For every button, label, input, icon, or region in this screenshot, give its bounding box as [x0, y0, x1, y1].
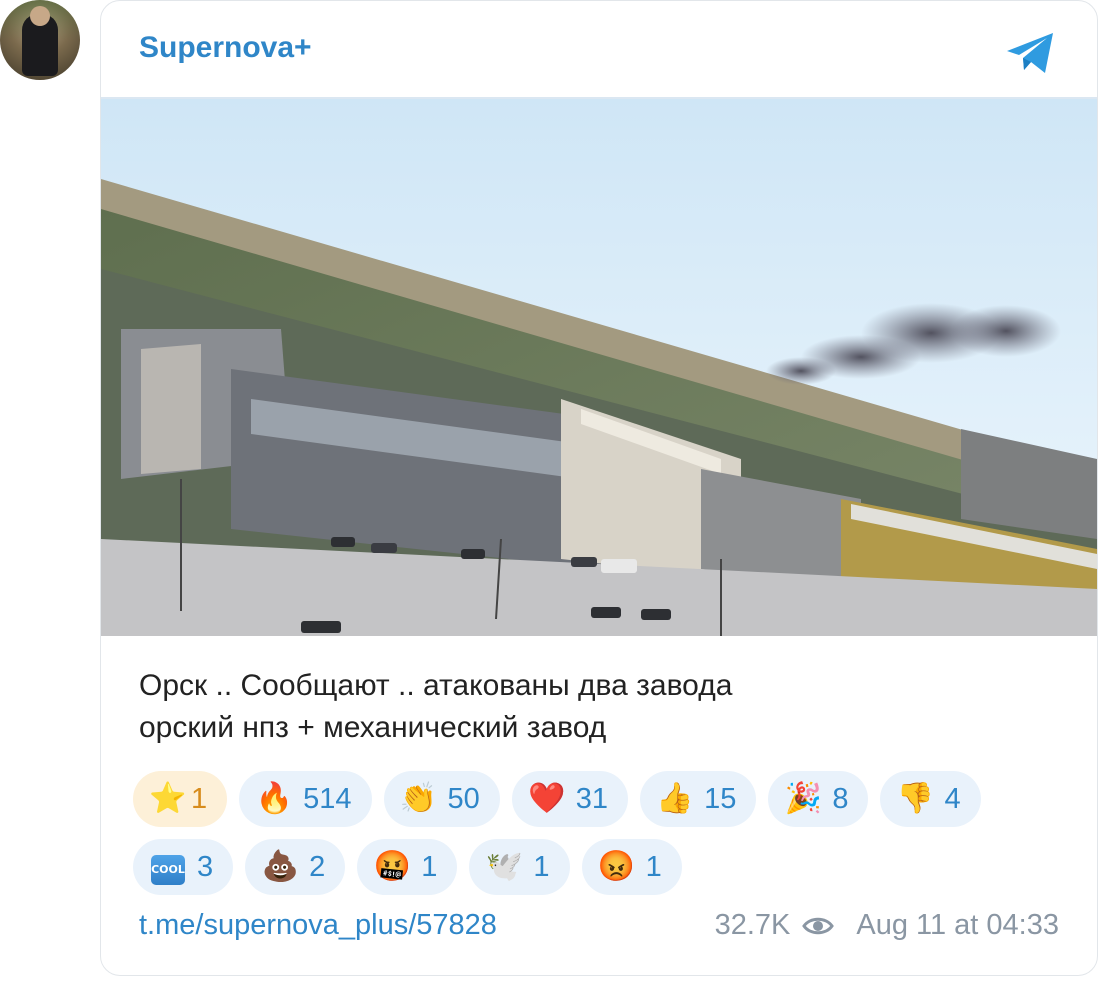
- fire-icon: 🔥: [255, 782, 293, 815]
- cursing-face-icon: 🤬: [373, 850, 411, 883]
- reaction-cool[interactable]: COOL 3: [133, 839, 234, 895]
- reaction-fire[interactable]: 🔥 514: [239, 771, 372, 827]
- thumbs-down-icon: 👎: [896, 782, 935, 815]
- reaction-poop[interactable]: 💩 2: [245, 839, 346, 895]
- post-footer: t.me/supernova_plus/57828 32.7K Aug 11 a…: [139, 909, 1059, 949]
- angry-face-icon: 😡: [597, 850, 636, 883]
- post-link[interactable]: t.me/supernova_plus/57828: [139, 909, 497, 942]
- channel-avatar[interactable]: [0, 0, 80, 80]
- reaction-party[interactable]: 🎉 8: [768, 771, 869, 827]
- reaction-count: 50: [447, 782, 480, 815]
- reaction-star[interactable]: ⭐ 1: [133, 771, 228, 827]
- post-date: Aug 11 at 04:33: [856, 909, 1059, 941]
- reaction-count: 4: [944, 782, 961, 815]
- reaction-count: 3: [197, 850, 214, 883]
- caption-line-1: Орск .. Сообщают .. атакованы два завода: [139, 669, 733, 702]
- reactions-row-2: COOL 3 💩 2 🤬 1 🕊️ 1 😡 1: [133, 839, 1033, 895]
- reaction-clap[interactable]: 👏 50: [383, 771, 500, 827]
- eye-icon: [802, 917, 835, 934]
- reaction-count: 15: [704, 782, 737, 815]
- reaction-count: 1: [645, 850, 662, 883]
- reaction-heart[interactable]: ❤️ 31: [511, 771, 629, 827]
- reactions-bar: ⭐ 1 🔥 514 👏 50 ❤️ 31 👍 15 🎉 8 👎 4 COOL 3…: [133, 771, 1033, 907]
- reaction-count: 1: [191, 782, 208, 815]
- reaction-thumbs-up[interactable]: 👍 15: [640, 771, 757, 827]
- view-count: 32.7K: [714, 909, 791, 941]
- thumbs-up-icon: 👍: [656, 782, 694, 815]
- star-icon: ⭐: [149, 782, 187, 815]
- telegram-icon[interactable]: [1003, 29, 1059, 77]
- party-popper-icon: 🎉: [784, 782, 822, 815]
- reaction-count: 8: [832, 782, 849, 815]
- post-caption: Орск .. Сообщают .. атакованы два завода…: [139, 665, 1039, 749]
- channel-name[interactable]: Supernova+: [139, 31, 312, 65]
- reactions-row-1: ⭐ 1 🔥 514 👏 50 ❤️ 31 👍 15 🎉 8 👎 4: [133, 771, 1033, 827]
- reaction-count: 1: [533, 850, 550, 883]
- reaction-count: 1: [421, 850, 438, 883]
- reaction-angry[interactable]: 😡 1: [581, 839, 682, 895]
- poop-icon: 💩: [261, 850, 299, 883]
- city-photo: [101, 99, 1097, 636]
- clap-icon: 👏: [399, 782, 438, 815]
- post-meta: 32.7K Aug 11 at 04:33: [715, 909, 1059, 942]
- post-header: Supernova+: [101, 1, 1097, 99]
- reaction-count: 31: [575, 782, 609, 815]
- heart-icon: ❤️: [528, 782, 566, 815]
- dove-icon: 🕊️: [485, 850, 524, 883]
- post-card: Supernova+ Орск .. Сообщают .. атакованы…: [100, 0, 1098, 976]
- reaction-cursing[interactable]: 🤬 1: [357, 839, 458, 895]
- reaction-count: 514: [303, 782, 352, 815]
- avatar-head: [30, 6, 50, 26]
- post-video-thumbnail[interactable]: [101, 99, 1097, 636]
- caption-line-2: орский нпз + механический завод: [139, 711, 607, 744]
- reaction-thumbs-down[interactable]: 👎 4: [880, 771, 981, 827]
- cool-icon: COOL: [151, 855, 185, 885]
- reaction-dove[interactable]: 🕊️ 1: [469, 839, 570, 895]
- reaction-count: 2: [309, 850, 326, 883]
